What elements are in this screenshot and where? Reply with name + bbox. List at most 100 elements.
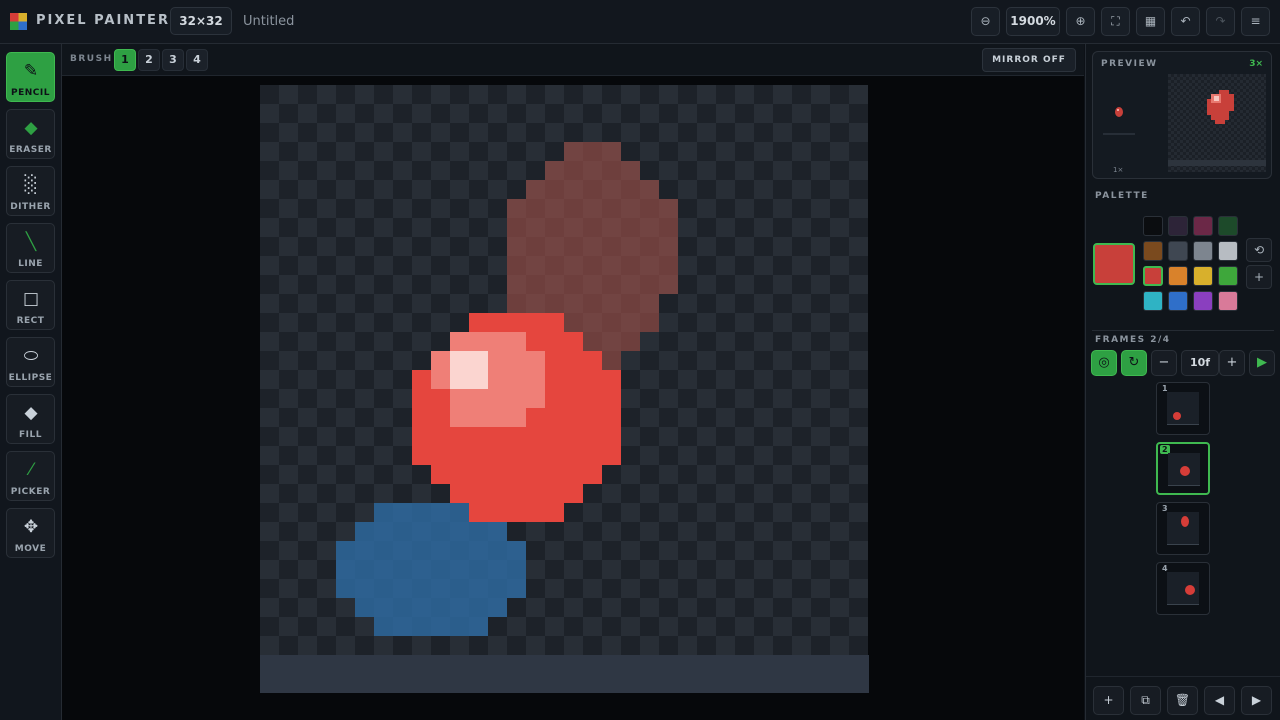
tool-label: RECT: [16, 316, 45, 326]
brush-size-3[interactable]: 3: [162, 49, 184, 71]
palette-swatch[interactable]: [1218, 266, 1238, 286]
frame-preview: [1167, 392, 1199, 425]
tool-line[interactable]: ╲ LINE: [6, 223, 55, 273]
fit-screen-button[interactable]: ⛶: [1101, 7, 1130, 36]
delete-frame-button[interactable]: 🗑: [1167, 686, 1198, 715]
ellipse-icon: ⬭: [23, 346, 39, 366]
frame-thumbnail-1[interactable]: 1: [1156, 382, 1210, 435]
pixel-canvas[interactable]: [260, 85, 869, 694]
frame-thumbnail-4[interactable]: 4: [1156, 562, 1210, 615]
onion-skin-icon: ◎: [1098, 355, 1110, 370]
next-frame-button[interactable]: ▶: [1241, 686, 1272, 715]
palette-swatch[interactable]: [1218, 291, 1238, 311]
palette-reset-button[interactable]: ⟲: [1246, 238, 1272, 262]
play-button[interactable]: ▶: [1249, 350, 1275, 376]
duplicate-frame-button[interactable]: ⧉: [1130, 686, 1161, 715]
preview-label: PREVIEW: [1101, 59, 1158, 69]
palette-swatch[interactable]: [1193, 291, 1213, 311]
plus-icon: +: [1253, 270, 1265, 284]
frame-preview: [1168, 453, 1200, 486]
palette-swatch[interactable]: [1218, 241, 1238, 261]
undo-icon: ↶: [1180, 14, 1191, 28]
pencil-icon: ✎: [23, 61, 39, 81]
redo-button[interactable]: ↷: [1206, 7, 1235, 36]
fill-icon: ◆: [24, 403, 38, 423]
palette-add-button[interactable]: +: [1246, 265, 1272, 289]
onion-skin-button[interactable]: ◎: [1091, 350, 1117, 376]
add-frame-button[interactable]: +: [1093, 686, 1124, 715]
frames-label: FRAMES 2/4: [1095, 335, 1171, 345]
move-icon: ✥: [23, 517, 39, 537]
zoom-value: 1900%: [1010, 14, 1056, 28]
play-icon: ▶: [1257, 355, 1267, 370]
mirror-toggle-button[interactable]: MIRROR OFF: [982, 48, 1076, 72]
eraser-icon: ◆: [24, 118, 38, 138]
palette-swatch[interactable]: [1143, 291, 1163, 311]
canvas-svg[interactable]: [260, 85, 869, 694]
zoom-out-button[interactable]: ⊖: [971, 7, 1000, 36]
palette-label: PALETTE: [1095, 191, 1149, 201]
preview-large-canvas: [1168, 74, 1266, 172]
option-bar: BRUSH 1 2 3 4 MIRROR OFF: [62, 44, 1084, 76]
tool-dither[interactable]: ░ DITHER: [6, 166, 55, 216]
zoom-in-button[interactable]: ⊕: [1066, 7, 1095, 36]
fps-value[interactable]: 10f: [1181, 350, 1219, 376]
zoom-out-icon: ⊖: [980, 14, 991, 28]
tool-bar: ✎ PENCIL ◆ ERASER ░ DITHER ╲ LINE □ RECT…: [0, 44, 62, 720]
tool-move[interactable]: ✥ MOVE: [6, 508, 55, 558]
frame-ball: [1185, 585, 1195, 595]
palette-swatch[interactable]: [1193, 241, 1213, 261]
undo-button[interactable]: ↶: [1171, 7, 1200, 36]
zoom-in-icon: ⊕: [1075, 14, 1086, 28]
zoom-level[interactable]: 1900%: [1006, 7, 1060, 36]
canvas-size-button[interactable]: 32×32: [170, 7, 232, 35]
plus-icon: +: [1103, 693, 1114, 707]
menu-button[interactable]: ≡: [1241, 7, 1270, 36]
fps-decrease-button[interactable]: −: [1151, 350, 1177, 376]
palette-swatch[interactable]: [1143, 241, 1163, 261]
preview-small-canvas: [1103, 107, 1135, 135]
tool-label: DITHER: [10, 202, 51, 212]
document-name[interactable]: Untitled: [243, 14, 294, 29]
tool-fill[interactable]: ◆ FILL: [6, 394, 55, 444]
brush-size-2[interactable]: 2: [138, 49, 160, 71]
brush-size-4[interactable]: 4: [186, 49, 208, 71]
loop-icon: ↻: [1128, 355, 1140, 370]
frame-ball: [1173, 412, 1181, 420]
palette-swatch[interactable]: [1168, 241, 1188, 261]
tool-label: MOVE: [14, 544, 47, 554]
rect-icon: □: [22, 289, 40, 309]
previous-frame-button[interactable]: ◀: [1204, 686, 1235, 715]
reset-icon: ⟲: [1253, 243, 1265, 257]
tool-rect[interactable]: □ RECT: [6, 280, 55, 330]
palette-swatch[interactable]: [1193, 266, 1213, 286]
brush-label: BRUSH: [70, 54, 113, 64]
tool-eraser[interactable]: ◆ ERASER: [6, 109, 55, 159]
tool-label: PICKER: [10, 487, 51, 497]
tool-pencil[interactable]: ✎ PENCIL: [6, 52, 55, 102]
tool-picker[interactable]: ⁄ PICKER: [6, 451, 55, 501]
palette-swatch[interactable]: [1168, 266, 1188, 286]
frame-thumbnail-3[interactable]: 3: [1156, 502, 1210, 555]
palette-swatch[interactable]: [1143, 216, 1163, 236]
frame-thumbnail-2[interactable]: 2: [1156, 442, 1210, 495]
fps-increase-button[interactable]: +: [1219, 350, 1245, 376]
preview-scale[interactable]: 3×: [1249, 59, 1263, 69]
app-logo-icon: [10, 13, 27, 30]
current-color-swatch[interactable]: [1093, 243, 1135, 285]
line-icon: ╲: [25, 232, 37, 252]
chevron-left-icon: ◀: [1214, 693, 1225, 707]
brush-size-1[interactable]: 1: [114, 49, 136, 71]
palette-swatch[interactable]: [1168, 291, 1188, 311]
palette-swatch[interactable]: [1143, 266, 1163, 286]
right-panel: PREVIEW 3× 1× PALETTE ⟲ + FRAMES 2/4 ◎ ↻…: [1085, 44, 1280, 720]
palette-swatch[interactable]: [1168, 216, 1188, 236]
duplicate-icon: ⧉: [1141, 693, 1150, 707]
palette-swatch[interactable]: [1218, 216, 1238, 236]
grid-toggle-button[interactable]: ▦: [1136, 7, 1165, 36]
loop-button[interactable]: ↻: [1121, 350, 1147, 376]
palette-swatch[interactable]: [1193, 216, 1213, 236]
plus-icon: +: [1226, 355, 1238, 370]
tool-ellipse[interactable]: ⬭ ELLIPSE: [6, 337, 55, 387]
preview-small-scale: 1×: [1113, 166, 1124, 174]
